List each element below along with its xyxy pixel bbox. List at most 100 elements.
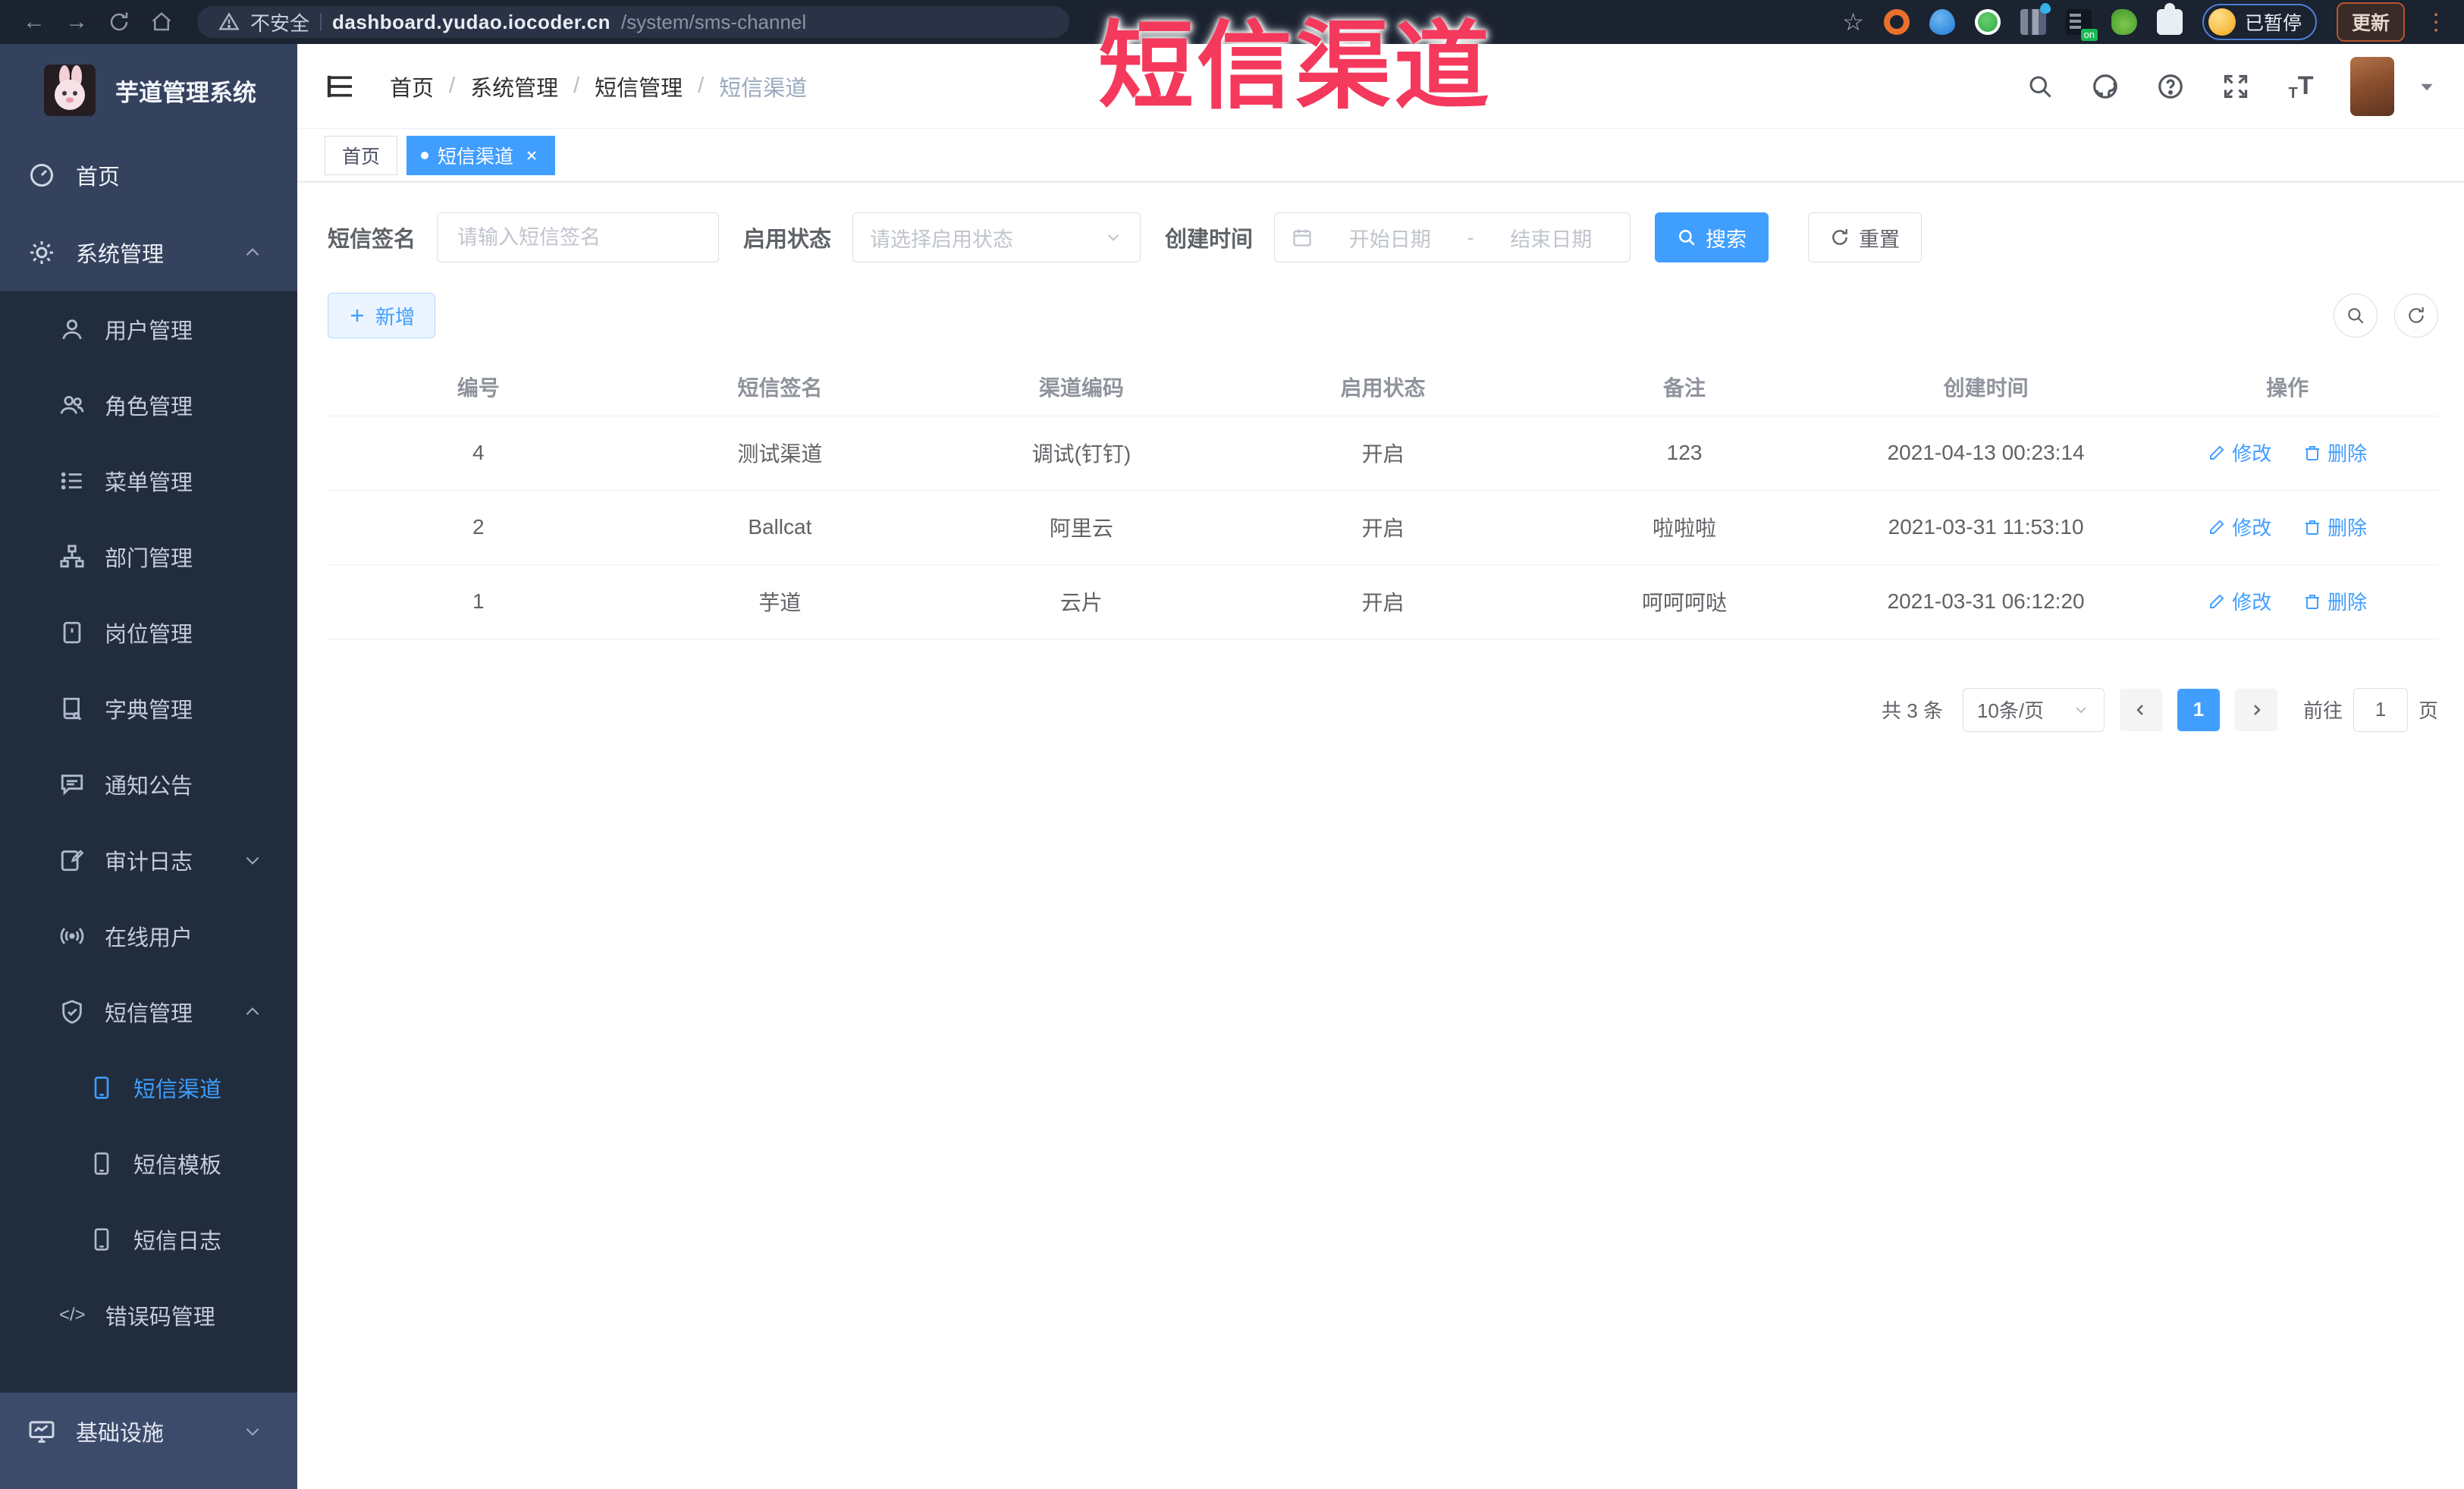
extension-icon[interactable] xyxy=(2111,9,2137,35)
app-logo-row[interactable]: 芋道管理系统 xyxy=(0,44,297,137)
bookmark-star-icon[interactable]: ☆ xyxy=(1842,8,1864,36)
sidebar-item-sms-log[interactable]: 短信日志 xyxy=(0,1202,297,1277)
signature-input[interactable] xyxy=(457,225,699,250)
breadcrumb-item[interactable]: 短信管理 xyxy=(595,71,683,102)
breadcrumb-item[interactable]: 首页 xyxy=(390,71,434,102)
date-start-placeholder[interactable]: 开始日期 xyxy=(1328,223,1452,253)
cell-created: 2021-03-31 11:53:10 xyxy=(1835,490,2137,565)
extension-icon[interactable] xyxy=(1974,9,2001,35)
toggle-search-button[interactable] xyxy=(2334,294,2378,338)
user-avatar[interactable] xyxy=(2350,56,2394,116)
dashboard-icon xyxy=(27,161,56,190)
tab-sms-channel[interactable]: 短信渠道 xyxy=(406,135,556,175)
delete-link[interactable]: 删除 xyxy=(2303,513,2367,541)
search-button[interactable]: 搜索 xyxy=(1655,212,1769,262)
page-size-select[interactable]: 10条/页 xyxy=(1962,687,2105,732)
add-button[interactable]: 新增 xyxy=(328,293,436,338)
sidebar-item-error-code[interactable]: </> 错误码管理 xyxy=(0,1277,297,1353)
edit-pencil-icon xyxy=(2210,520,2224,534)
sidebar-item-menu-management[interactable]: 菜单管理 xyxy=(0,443,297,519)
address-bar[interactable]: 不安全 dashboard.yudao.iocoder.cn /system/s… xyxy=(197,6,1069,38)
sidebar-item-role-management[interactable]: 角色管理 xyxy=(0,367,297,443)
browser-back-icon[interactable]: ← xyxy=(17,5,52,39)
font-size-icon[interactable]: TT xyxy=(2285,71,2317,102)
browser-reload-icon[interactable] xyxy=(102,5,137,39)
sidebar-item-sms-channel[interactable]: 短信渠道 xyxy=(0,1050,297,1126)
status-select-placeholder: 请选择启用状态 xyxy=(870,228,1014,251)
extensions-puzzle-icon[interactable] xyxy=(2156,3,2183,35)
edit-link[interactable]: 修改 xyxy=(2208,587,2271,615)
github-icon[interactable] xyxy=(2089,71,2121,102)
pagination-total: 共 3 条 xyxy=(1882,699,1943,722)
cell-id: 4 xyxy=(328,416,629,491)
sidebar-item-label: 短信日志 xyxy=(133,1230,222,1254)
cell-signature: 芋道 xyxy=(629,564,931,639)
sidebar-item-label: 角色管理 xyxy=(105,395,193,419)
security-label[interactable]: 不安全 xyxy=(250,8,309,36)
goto-page-input[interactable] xyxy=(2353,687,2408,732)
refresh-icon xyxy=(1832,229,1847,245)
tags-view-bar: 首页 短信渠道 xyxy=(297,129,2464,182)
status-select[interactable]: 请选择启用状态 xyxy=(852,212,1141,262)
fullscreen-icon[interactable] xyxy=(2220,71,2252,102)
sidebar-item-post-management[interactable]: 岗位管理 xyxy=(0,595,297,671)
refresh-table-button[interactable] xyxy=(2394,294,2438,338)
breadcrumb-item[interactable]: 系统管理 xyxy=(470,71,558,102)
browser-home-icon[interactable] xyxy=(144,5,179,39)
url-host: dashboard.yudao.iocoder.cn xyxy=(332,10,611,33)
monitor-icon xyxy=(27,1417,56,1446)
sidebar-item-sms-template[interactable]: 短信模板 xyxy=(0,1126,297,1202)
tab-close-icon[interactable] xyxy=(523,146,541,165)
cell-actions: 修改 删除 xyxy=(2136,564,2438,639)
sidebar-item-home[interactable]: 首页 xyxy=(0,137,297,214)
extension-icon[interactable] xyxy=(1883,9,1910,35)
tab-home[interactable]: 首页 xyxy=(325,135,398,175)
extension-icon[interactable]: on xyxy=(2065,9,2098,41)
sidebar-item-audit-log[interactable]: 审计日志 xyxy=(0,822,297,898)
help-icon[interactable] xyxy=(2155,71,2186,102)
dictionary-book-icon xyxy=(59,696,85,721)
date-end-placeholder[interactable]: 结束日期 xyxy=(1489,223,1614,253)
sidebar-item-label: 错误码管理 xyxy=(105,1305,215,1330)
sidebar-item-system-management[interactable]: 系统管理 xyxy=(0,214,297,291)
sidebar-item-notice[interactable]: 通知公告 xyxy=(0,746,297,822)
browser-forward-icon[interactable]: → xyxy=(59,5,94,39)
cell-signature: Ballcat xyxy=(629,490,931,565)
column-header: 创建时间 xyxy=(1835,358,2137,416)
breadcrumb-item-current: 短信渠道 xyxy=(719,76,808,101)
browser-menu-icon[interactable]: ⋮ xyxy=(2425,9,2447,36)
active-tab-dot xyxy=(421,151,429,159)
sidebar-item-dept-management[interactable]: 部门管理 xyxy=(0,519,297,595)
sidebar-item-infrastructure[interactable]: 基础设施 xyxy=(0,1393,297,1470)
sidebar-item-user-management[interactable]: 用户管理 xyxy=(0,291,297,367)
column-header: 操作 xyxy=(2136,358,2438,416)
refresh-icon xyxy=(2409,307,2424,323)
table-row: 2 Ballcat 阿里云 开启 啦啦啦 2021-03-31 11:53:10… xyxy=(328,490,2438,565)
pagination: 共 3 条 10条/页 1 前往 页 xyxy=(328,687,2438,732)
cell-code: 调试(钉钉) xyxy=(931,416,1232,491)
sidebar-item-dict-management[interactable]: 字典管理 xyxy=(0,671,297,746)
sidebar-item-label: 基础设施 xyxy=(76,1421,165,1446)
navbar-tools: TT xyxy=(2024,56,2437,116)
extension-icon[interactable] xyxy=(2020,3,2051,35)
trash-icon xyxy=(2305,445,2320,460)
edit-link[interactable]: 修改 xyxy=(2208,513,2271,541)
sidebar-item-label: 岗位管理 xyxy=(105,623,193,647)
browser-update-button[interactable]: 更新 xyxy=(2336,2,2405,42)
page-number-button[interactable]: 1 xyxy=(2177,688,2220,731)
sidebar-toggle-icon[interactable] xyxy=(325,71,356,102)
sidebar-item-sms-management[interactable]: 短信管理 xyxy=(0,974,297,1050)
edit-link[interactable]: 修改 xyxy=(2208,438,2271,466)
reset-button[interactable]: 重置 xyxy=(1808,212,1923,262)
sidebar-item-online-users[interactable]: 在线用户 xyxy=(0,898,297,974)
delete-link[interactable]: 删除 xyxy=(2303,438,2367,466)
delete-link[interactable]: 删除 xyxy=(2303,587,2367,615)
extension-icon[interactable] xyxy=(1929,9,1955,35)
sidebar-bottom-section: 基础设施 xyxy=(0,1393,297,1489)
date-range-picker[interactable]: 开始日期 - 结束日期 xyxy=(1274,212,1631,262)
profile-paused-pill[interactable]: 已暂停 xyxy=(2202,4,2317,40)
header-search-icon[interactable] xyxy=(2024,71,2056,102)
avatar-caret-down-icon[interactable] xyxy=(2417,77,2437,96)
prev-page-button[interactable] xyxy=(2119,688,2162,731)
next-page-button[interactable] xyxy=(2234,688,2277,731)
